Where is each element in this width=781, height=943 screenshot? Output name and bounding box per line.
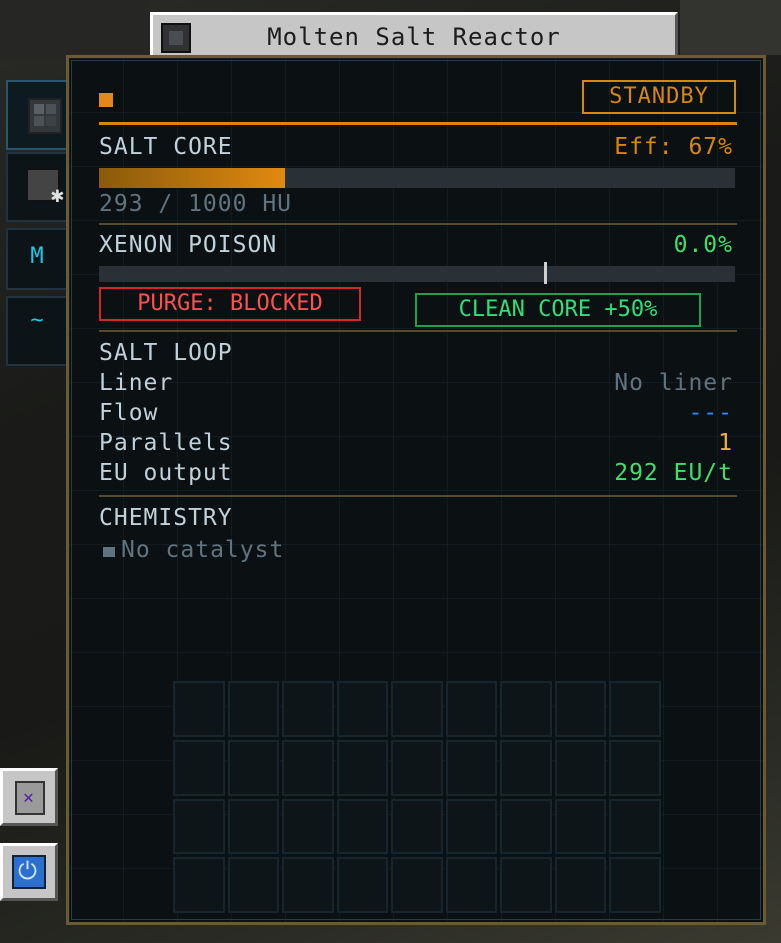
- xenon-bar: [99, 262, 735, 284]
- header-divider: [99, 122, 737, 125]
- inventory-slot[interactable]: [227, 857, 280, 913]
- tab-wave[interactable]: ~: [6, 296, 68, 366]
- salt-core-title: SALT CORE: [99, 134, 233, 160]
- tab-reactor[interactable]: [6, 80, 68, 150]
- xenon-bar-marker: [544, 262, 548, 284]
- xenon-value: 0.0%: [673, 232, 733, 258]
- inventory-slot[interactable]: [445, 739, 498, 796]
- purge-button[interactable]: PURGE: BLOCKED: [99, 287, 361, 321]
- inventory-slot[interactable]: [609, 681, 661, 737]
- inventory-slot[interactable]: [500, 739, 552, 796]
- tab-wave-glyph: ~: [30, 308, 44, 333]
- inventory-slot[interactable]: [554, 857, 607, 913]
- section-divider: [99, 330, 737, 332]
- inventory-slot[interactable]: [282, 857, 334, 913]
- catalyst-bullet-icon: [103, 547, 115, 557]
- inventory-slot[interactable]: [173, 857, 225, 913]
- power-button[interactable]: [0, 843, 58, 901]
- inventory-slot[interactable]: [173, 798, 225, 855]
- status-indicator: [99, 93, 113, 107]
- inventory-slot[interactable]: [282, 681, 334, 737]
- inventory-slot[interactable]: [173, 681, 225, 737]
- loop-row-value: 292 EU/t: [614, 460, 733, 486]
- inventory-slot[interactable]: [445, 681, 498, 737]
- inventory-slot[interactable]: [554, 798, 607, 855]
- chemistry-title: CHEMISTRY: [99, 505, 233, 531]
- inventory-slot[interactable]: [554, 681, 607, 737]
- loop-row-value: No liner: [614, 370, 733, 396]
- inventory-slot[interactable]: [391, 798, 443, 855]
- inventory-slot[interactable]: [609, 857, 661, 913]
- window-title-tab: Molten Salt Reactor: [150, 12, 678, 58]
- xenon-title: XENON POISON: [99, 232, 278, 258]
- inventory-slot[interactable]: [500, 857, 552, 913]
- inventory-slot[interactable]: [336, 857, 389, 913]
- heat-readout: 293 / 1000 HU: [99, 191, 293, 217]
- loop-row-label: EU output: [99, 460, 233, 486]
- trash-button[interactable]: [0, 768, 58, 826]
- inventory-slot[interactable]: [227, 798, 280, 855]
- trash-icon: [15, 781, 45, 815]
- window-title: Molten Salt Reactor: [267, 23, 561, 51]
- inventory-slot[interactable]: [391, 739, 443, 796]
- power-icon: [12, 855, 46, 889]
- tab-mode-glyph: M: [30, 244, 44, 269]
- inventory-slot[interactable]: [500, 681, 552, 737]
- heat-bar-fill: [99, 168, 286, 188]
- section-divider: [99, 495, 737, 497]
- loop-row-value: 1: [718, 430, 733, 456]
- inventory-slot[interactable]: [282, 798, 334, 855]
- inventory-slot[interactable]: [282, 739, 334, 796]
- inventory-slot[interactable]: [391, 681, 443, 737]
- reactor-panel: STANDBY SALT CORE Eff: 67% 293 / 1000 HU…: [66, 55, 766, 925]
- inventory-slot[interactable]: [336, 739, 389, 796]
- background-block: [0, 0, 150, 60]
- inventory-slot[interactable]: [336, 681, 389, 737]
- tab-settings[interactable]: [6, 152, 68, 222]
- inventory-slot[interactable]: [445, 857, 498, 913]
- inventory-slot[interactable]: [336, 798, 389, 855]
- loop-row-value: ---: [688, 400, 733, 426]
- clean-core-badge: CLEAN CORE +50%: [415, 293, 701, 327]
- settings-gear-icon: [26, 168, 64, 208]
- status-badge: STANDBY: [582, 80, 736, 114]
- heat-bar: [99, 168, 735, 188]
- salt-loop-title: SALT LOOP: [99, 340, 233, 366]
- loop-row-label: Parallels: [99, 430, 233, 456]
- inventory-slot[interactable]: [391, 857, 443, 913]
- background-block: [680, 0, 781, 55]
- section-divider: [99, 223, 737, 225]
- inventory-slot[interactable]: [173, 739, 225, 796]
- inventory-slot[interactable]: [554, 739, 607, 796]
- inventory-slot[interactable]: [609, 739, 661, 796]
- tab-mode[interactable]: M: [6, 228, 68, 290]
- reactor-cube-icon: [28, 98, 62, 134]
- catalyst-status: No catalyst: [121, 537, 285, 563]
- efficiency-value: Eff: 67%: [614, 134, 733, 160]
- loop-row-label: Flow: [99, 400, 159, 426]
- inventory-slot[interactable]: [227, 739, 280, 796]
- inventory-slot[interactable]: [227, 681, 280, 737]
- inventory-slot[interactable]: [445, 798, 498, 855]
- loop-row-label: Liner: [99, 370, 174, 396]
- inventory-slot[interactable]: [609, 798, 661, 855]
- inventory-slot[interactable]: [500, 798, 552, 855]
- inventory-grid: [173, 681, 661, 913]
